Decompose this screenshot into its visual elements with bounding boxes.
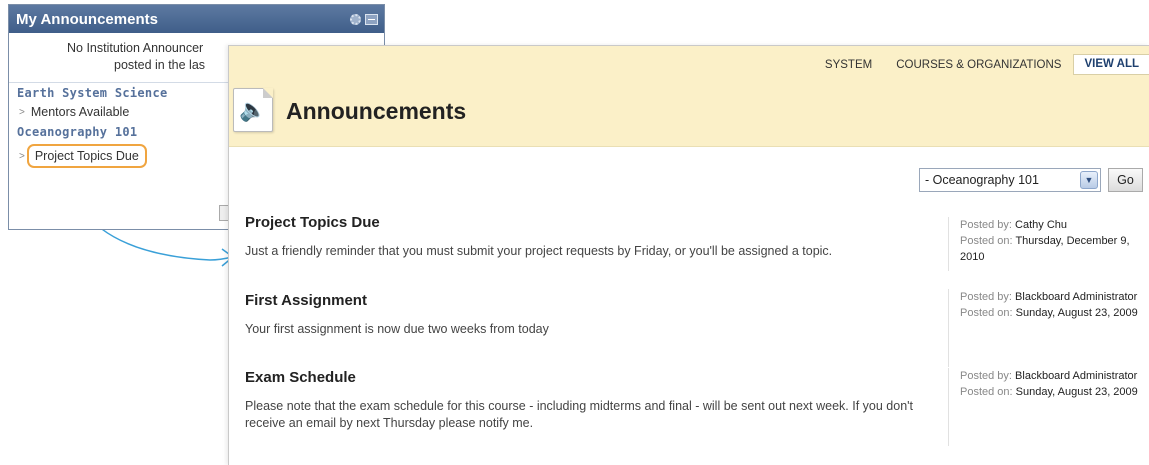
module-title: My Announcements [16,10,158,28]
go-button[interactable]: Go [1108,168,1143,192]
module-header: My Announcements [9,5,384,33]
page-header: SYSTEM COURSES & ORGANIZATIONS VIEW ALL … [229,46,1149,147]
announcement-link-label[interactable]: Mentors Available [31,105,129,119]
tab-view-all[interactable]: VIEW ALL [1073,54,1149,75]
posted-by-value: Blackboard Administrator [1015,370,1138,382]
posted-by-value: Blackboard Administrator [1015,291,1138,303]
announcement-meta: Posted by: Blackboard Administrator Post… [948,289,1143,367]
announcement-tabs: SYSTEM COURSES & ORGANIZATIONS VIEW ALL [813,54,1149,75]
module-tools [350,13,378,25]
announcement-title: First Assignment [245,292,367,309]
announcement-meta: Posted by: Cathy Chu Posted on: Thursday… [948,217,1143,271]
announcement-link-label[interactable]: Project Topics Due [26,144,147,168]
announcement-title: Exam Schedule [245,369,356,386]
minimize-icon[interactable] [365,13,378,25]
announcement-title: Project Topics Due [245,214,380,231]
posted-on-value: Sunday, August 23, 2009 [1015,386,1138,398]
dropdown-arrow-icon[interactable]: ▼ [1080,171,1098,189]
announcements-page: SYSTEM COURSES & ORGANIZATIONS VIEW ALL … [228,45,1149,465]
posted-by-label: Posted by: [960,291,1012,303]
gear-icon[interactable] [350,13,361,25]
announcement-body: Please note that the exam schedule for t… [245,399,914,430]
posted-by-label: Posted by: [960,219,1012,231]
course-filter-value: - Oceanography 101 [925,173,1039,187]
tab-system[interactable]: SYSTEM [813,57,884,73]
course-filter-select[interactable]: - Oceanography 101 ▼ [919,168,1101,192]
chevron-right-icon: > [19,106,25,118]
posted-on-value: Sunday, August 23, 2009 [1015,307,1138,319]
announcement-body: Your first assignment is now due two wee… [245,322,549,336]
tab-courses-organizations[interactable]: COURSES & ORGANIZATIONS [884,57,1073,73]
speaker-icon: 🔈 [233,88,273,132]
page-title: Announcements [286,98,467,124]
chevron-right-icon: > [19,150,25,162]
posted-on-label: Posted on: [960,386,1013,398]
announcement-meta: Posted by: Blackboard Administrator Post… [948,368,1143,446]
posted-by-label: Posted by: [960,370,1012,382]
posted-by-value: Cathy Chu [1015,219,1068,231]
posted-on-label: Posted on: [960,235,1013,247]
announcement-body: Just a friendly reminder that you must s… [245,244,833,258]
course-filter: - Oceanography 101 ▼ Go [919,168,1143,192]
posted-on-label: Posted on: [960,307,1013,319]
